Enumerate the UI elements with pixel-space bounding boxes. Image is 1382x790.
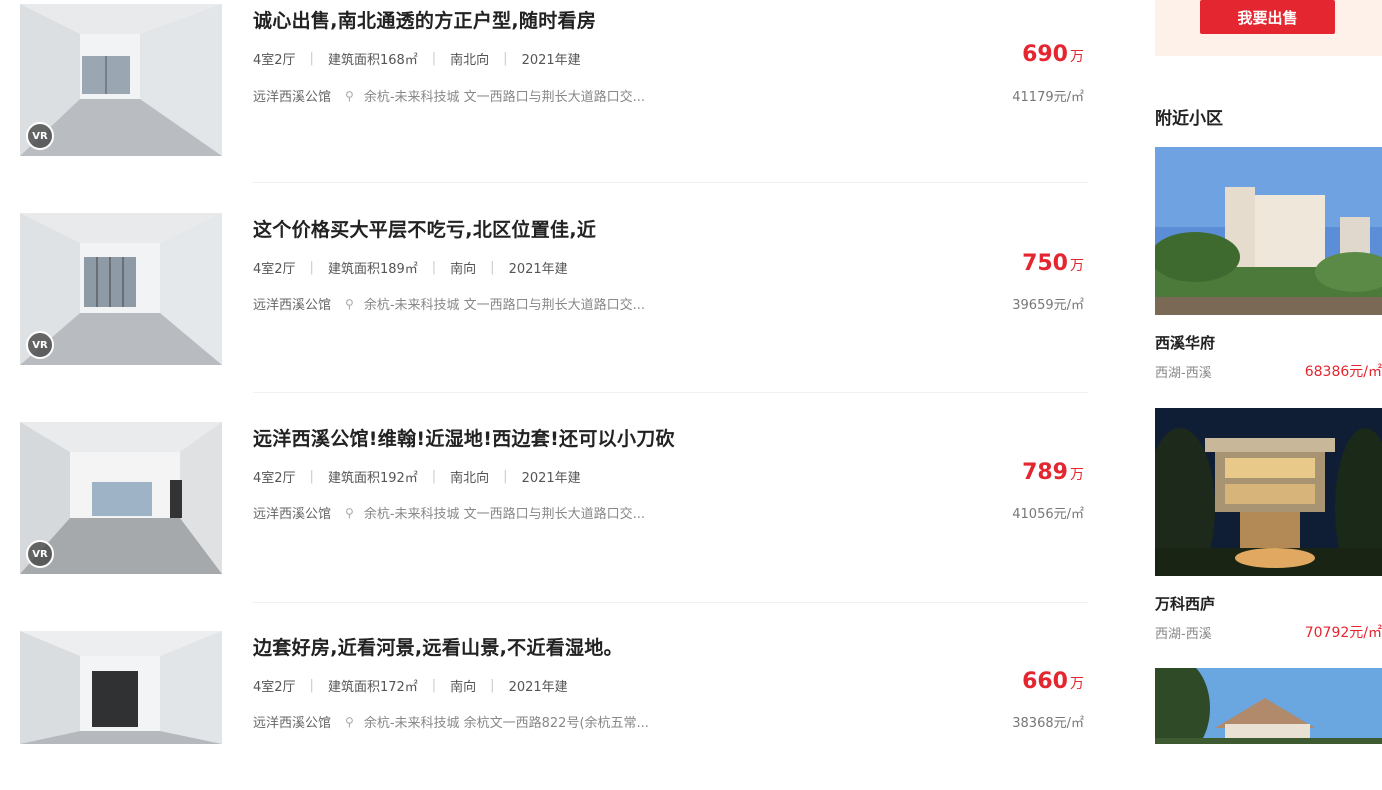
- community-price: 70792元/㎡: [1304, 625, 1382, 641]
- listing-year: 2021年建: [508, 262, 568, 277]
- listing-item[interactable]: VR 诚心出售,南北通透的方正户型,随时看房 4室2厅 | 建筑面积168㎡ | 南…: [0, 0, 1100, 183]
- location-pin-icon: ⚲: [345, 714, 354, 729]
- divider: [253, 182, 1088, 183]
- price-unit: 万: [1070, 258, 1084, 274]
- listing-title[interactable]: 远洋西溪公馆!维翰!近湿地!西边套!还可以小刀砍: [253, 424, 675, 451]
- listing-area: 建筑面积172㎡: [327, 680, 418, 695]
- listing-area: 建筑面积189㎡: [327, 262, 418, 277]
- listing-community[interactable]: 远洋西溪公馆: [253, 503, 331, 522]
- price-unit: 万: [1070, 467, 1084, 483]
- listing-orientation: 南北向: [450, 53, 490, 68]
- listing-orientation: 南向: [450, 680, 477, 695]
- listing-photo[interactable]: VR: [20, 422, 222, 574]
- listing-orientation: 南北向: [450, 471, 490, 486]
- listing-community[interactable]: 远洋西溪公馆: [253, 86, 331, 105]
- listing-unit-price: 38368元/㎡: [1012, 716, 1084, 731]
- community-photo[interactable]: [1155, 408, 1382, 576]
- price-value: 690: [1022, 42, 1068, 67]
- listing-item[interactable]: VR 远洋西溪公馆!维翰!近湿地!西边套!还可以小刀砍 4室2厅 | 建筑面积19…: [0, 420, 1100, 603]
- listing-price: 750 万: [1022, 251, 1084, 276]
- listing-meta: 4室2厅 | 建筑面积192㎡ | 南北向 | 2021年建: [253, 469, 581, 486]
- listing-location: 余杭-未来科技城 余杭文一西路822号(余杭五常...: [363, 716, 649, 731]
- price-value: 789: [1022, 460, 1068, 485]
- listing-unit-price: 39659元/㎡: [1012, 298, 1084, 313]
- listing-price: 789 万: [1022, 460, 1084, 485]
- price-value: 660: [1022, 669, 1068, 694]
- community-photo[interactable]: [1155, 668, 1382, 744]
- community-photo[interactable]: [1155, 147, 1382, 315]
- price-value: 750: [1022, 251, 1068, 276]
- listing-address: 远洋西溪公馆 ⚲ 余杭-未来科技城 余杭文一西路822号(余杭五常...: [253, 712, 649, 732]
- listing-unit-price: 41056元/㎡: [1012, 507, 1084, 522]
- listing-item[interactable]: VR 这个价格买大平层不吃亏,北区位置佳,近 4室2厅 | 建筑面积189㎡ | 南…: [0, 210, 1100, 393]
- sell-box: 我要出售: [1155, 0, 1382, 56]
- listing-title[interactable]: 诚心出售,南北通透的方正户型,随时看房: [253, 6, 596, 33]
- listing-rooms: 4室2厅: [253, 680, 296, 695]
- listing-location: 余杭-未来科技城 文一西路口与荆长大道路口交...: [363, 507, 646, 522]
- listing-year: 2021年建: [521, 471, 581, 486]
- price-unit: 万: [1070, 49, 1084, 65]
- listing-address: 远洋西溪公馆 ⚲ 余杭-未来科技城 文一西路口与荆长大道路口交...: [253, 86, 646, 106]
- location-pin-icon: ⚲: [345, 88, 354, 103]
- community-name[interactable]: 西溪华府: [1155, 332, 1215, 353]
- listing-year: 2021年建: [508, 680, 568, 695]
- sidebar: 我要出售 附近小区 西溪华府 西湖-西溪 68386元/㎡ 万科西庐 西湖-西溪…: [1140, 0, 1382, 744]
- divider: [253, 392, 1088, 393]
- listing-location: 余杭-未来科技城 文一西路口与荆长大道路口交...: [363, 298, 646, 313]
- listing-unit-price: 41179元/㎡: [1012, 90, 1084, 105]
- community-area: 西湖-西溪: [1155, 627, 1212, 642]
- vr-icon[interactable]: VR: [26, 122, 54, 150]
- vr-icon[interactable]: VR: [26, 540, 54, 568]
- listing-rooms: 4室2厅: [253, 53, 296, 68]
- listing-item[interactable]: 边套好房,近看河景,远看山景,不近看湿地。 4室2厅 | 建筑面积172㎡ | 南向…: [0, 630, 1100, 790]
- listing-title[interactable]: 这个价格买大平层不吃亏,北区位置佳,近: [253, 215, 596, 242]
- price-unit: 万: [1070, 676, 1084, 692]
- community-name[interactable]: 万科西庐: [1155, 593, 1215, 614]
- listing-photo[interactable]: VR: [20, 4, 222, 156]
- listing-year: 2021年建: [521, 53, 581, 68]
- divider: [253, 602, 1088, 603]
- location-pin-icon: ⚲: [345, 505, 354, 520]
- listing-location: 余杭-未来科技城 文一西路口与荆长大道路口交...: [363, 90, 646, 105]
- nearby-title: 附近小区: [1155, 109, 1223, 129]
- community-area: 西湖-西溪: [1155, 366, 1212, 381]
- listing-price: 660 万: [1022, 669, 1084, 694]
- listing-list: VR 诚心出售,南北通透的方正户型,随时看房 4室2厅 | 建筑面积168㎡ | 南…: [0, 0, 1110, 744]
- listing-meta: 4室2厅 | 建筑面积172㎡ | 南向 | 2021年建: [253, 678, 568, 695]
- listing-area: 建筑面积192㎡: [327, 471, 418, 486]
- listing-community[interactable]: 远洋西溪公馆: [253, 294, 331, 313]
- listing-meta: 4室2厅 | 建筑面积189㎡ | 南向 | 2021年建: [253, 260, 568, 277]
- community-price: 68386元/㎡: [1304, 364, 1382, 380]
- listing-photo[interactable]: [20, 631, 222, 744]
- listing-title[interactable]: 边套好房,近看河景,远看山景,不近看湿地。: [253, 633, 623, 660]
- vr-icon[interactable]: VR: [26, 331, 54, 359]
- listing-meta: 4室2厅 | 建筑面积168㎡ | 南北向 | 2021年建: [253, 51, 581, 68]
- location-pin-icon: ⚲: [345, 296, 354, 311]
- listing-address: 远洋西溪公馆 ⚲ 余杭-未来科技城 文一西路口与荆长大道路口交...: [253, 294, 646, 314]
- listing-price: 690 万: [1022, 42, 1084, 67]
- listing-orientation: 南向: [450, 262, 477, 277]
- listing-address: 远洋西溪公馆 ⚲ 余杭-未来科技城 文一西路口与荆长大道路口交...: [253, 503, 646, 523]
- listing-photo[interactable]: VR: [20, 213, 222, 365]
- listing-area: 建筑面积168㎡: [327, 53, 418, 68]
- listing-community[interactable]: 远洋西溪公馆: [253, 712, 331, 731]
- listing-rooms: 4室2厅: [253, 471, 296, 486]
- listing-rooms: 4室2厅: [253, 262, 296, 277]
- sell-button[interactable]: 我要出售: [1200, 0, 1335, 34]
